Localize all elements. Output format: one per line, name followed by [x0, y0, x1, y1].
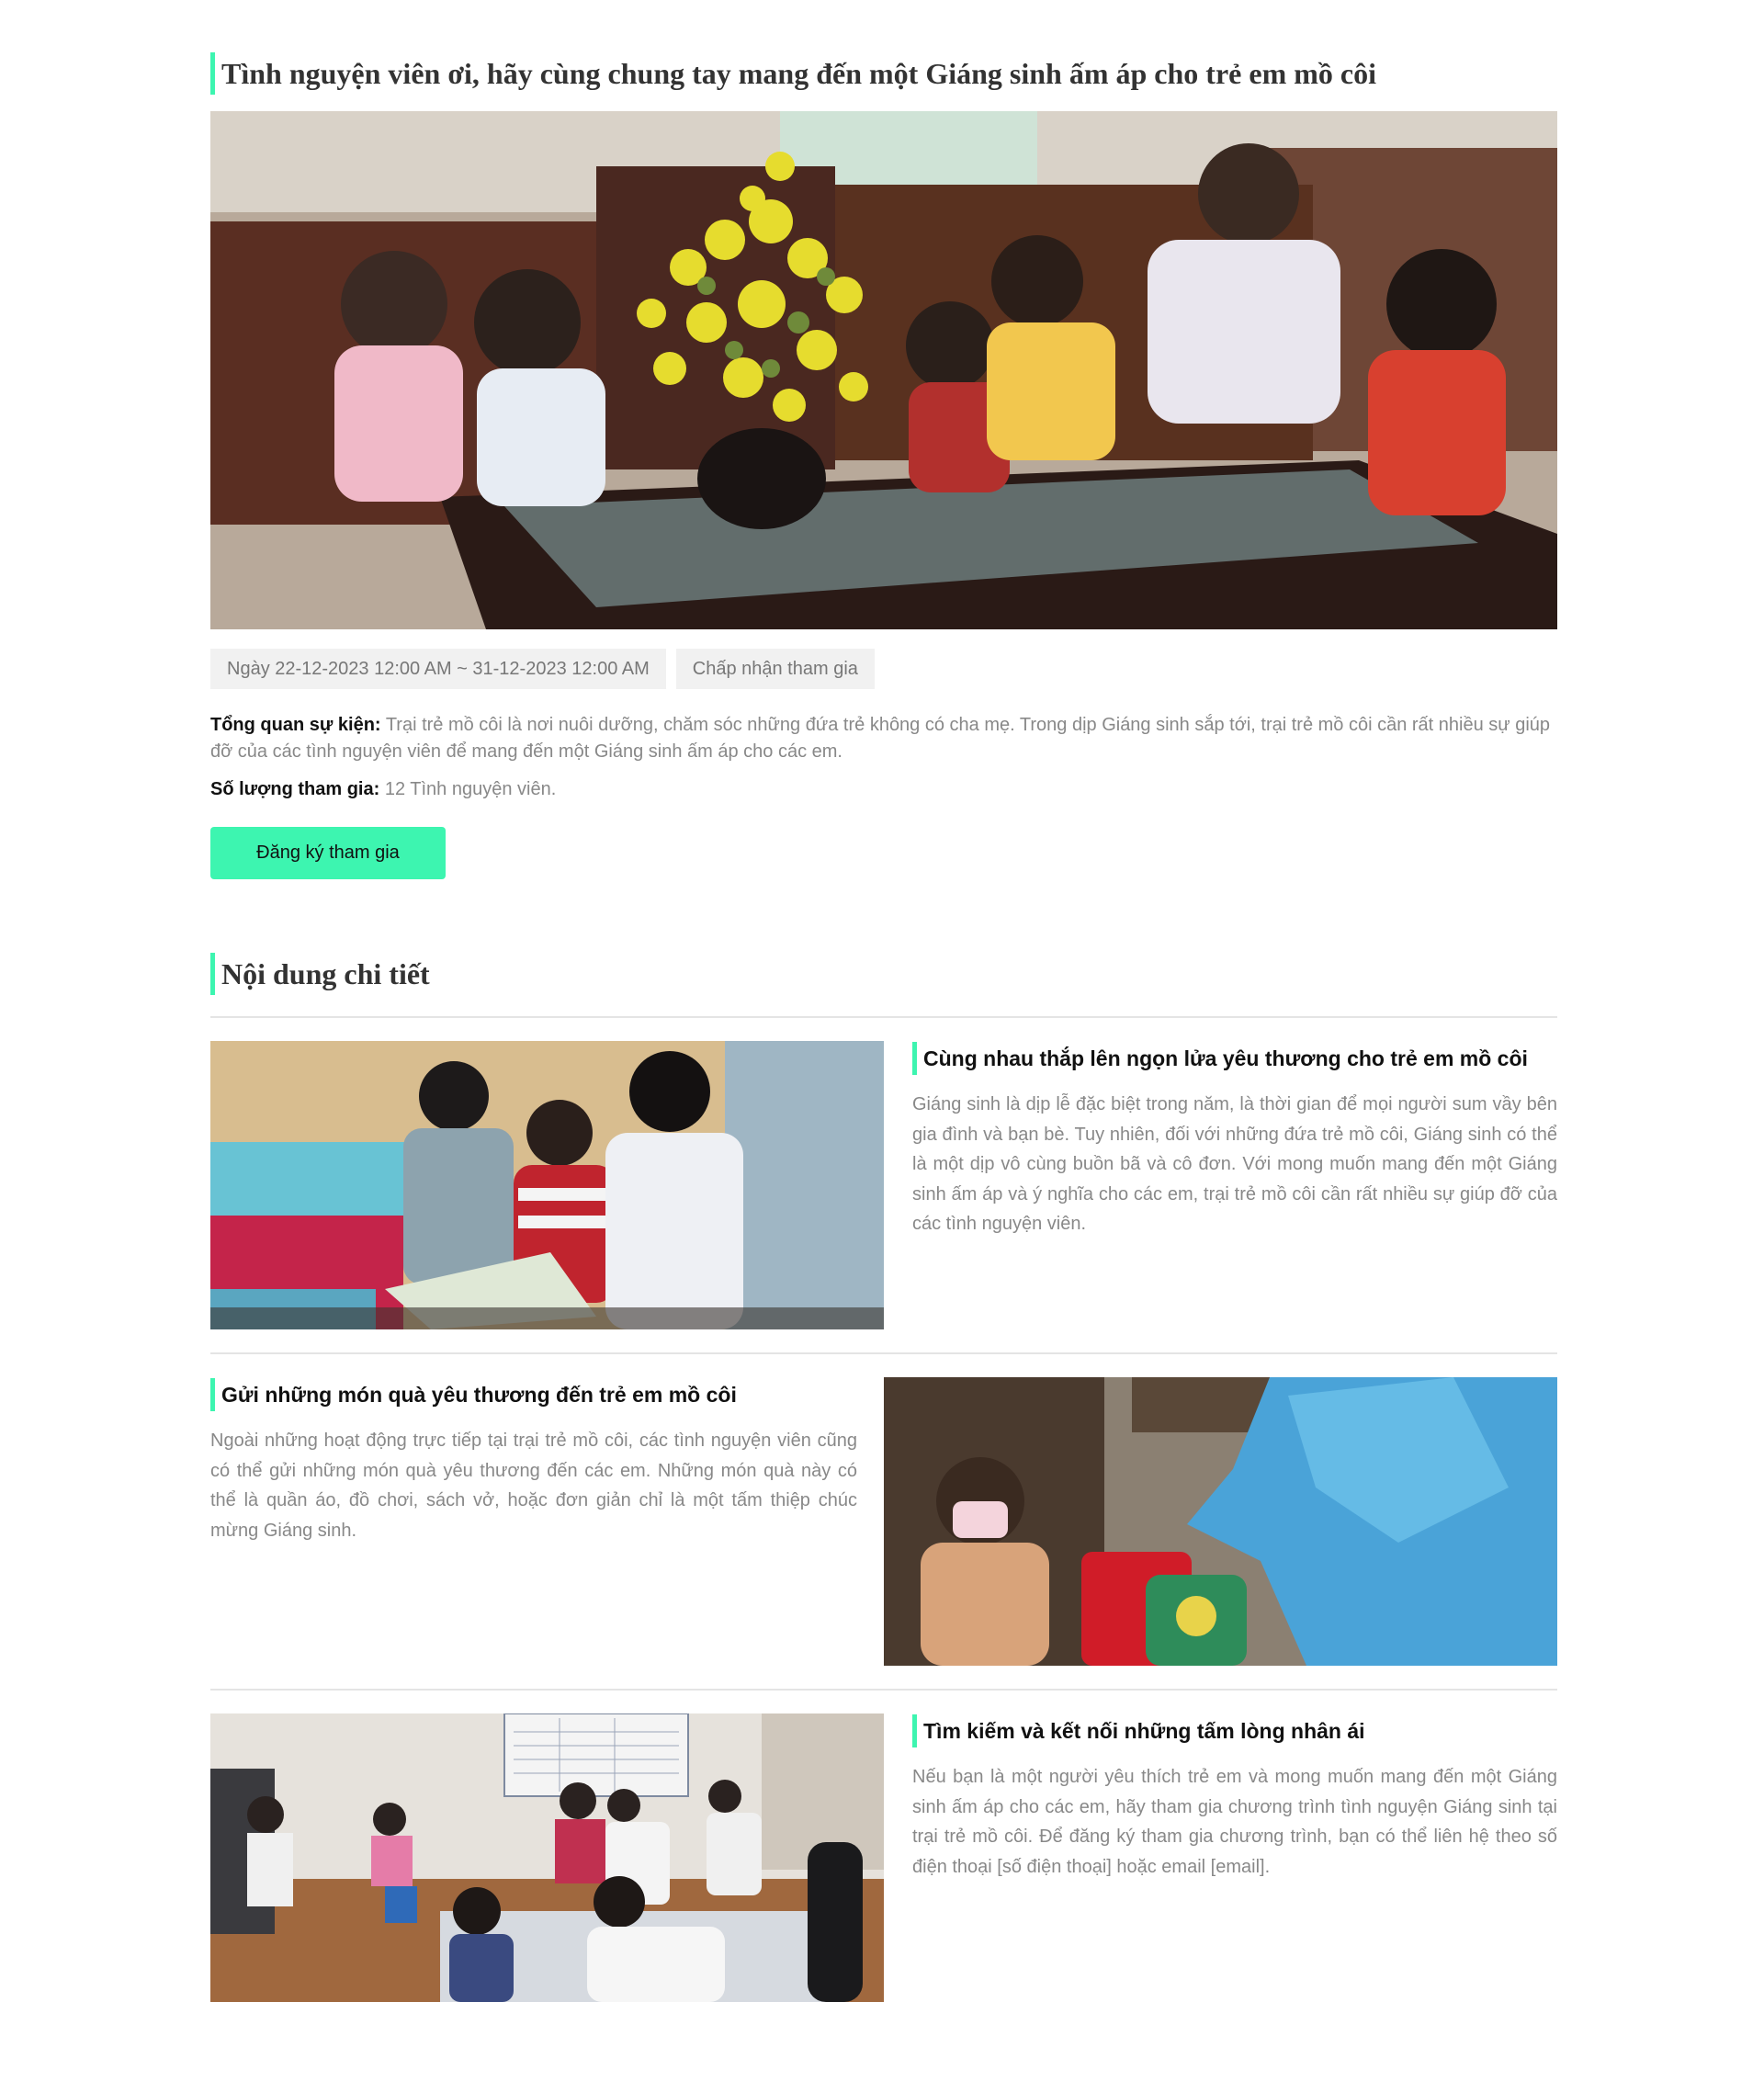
- detail-heading-2: Gửi những món quà yêu thương đến trẻ em …: [210, 1378, 857, 1411]
- detail-block-3: Tìm kiếm và kết nối những tấm lòng nhân …: [912, 1714, 1557, 1882]
- divider: [210, 1016, 1557, 1018]
- detail-block-2: Gửi những món quà yêu thương đến trẻ em …: [210, 1378, 857, 1545]
- detail-body-2: Ngoài những hoạt động trực tiếp tại trại…: [210, 1431, 857, 1541]
- detail-image-3: [210, 1713, 884, 2002]
- overview-text: Trại trẻ mồ côi là nơi nuôi dưỡng, chăm …: [210, 715, 1551, 762]
- detail-image-1: [210, 1041, 884, 1329]
- overview-label: Tổng quan sự kiện:: [210, 715, 381, 735]
- event-meta-tags: Ngày 22-12-2023 12:00 AM ~ 31-12-2023 12…: [210, 649, 875, 689]
- event-overview: Tổng quan sự kiện: Trại trẻ mồ côi là nơ…: [210, 712, 1557, 765]
- detail-body-3: Nếu bạn là một người yêu thích trẻ em và…: [912, 1767, 1557, 1877]
- event-hero-image: [210, 111, 1557, 629]
- detail-heading-3: Tìm kiếm và kết nối những tấm lòng nhân …: [912, 1714, 1557, 1747]
- details-section-title: Nội dung chi tiết: [221, 956, 430, 990]
- divider: [210, 1689, 1557, 1691]
- details-title-bar: Nội dung chi tiết: [210, 953, 430, 995]
- detail-body-1: Giáng sinh là dịp lễ đặc biệt trong năm,…: [912, 1094, 1557, 1234]
- event-date-tag: Ngày 22-12-2023 12:00 AM ~ 31-12-2023 12…: [210, 649, 666, 689]
- divider: [210, 1352, 1557, 1354]
- participant-count-label: Số lượng tham gia:: [210, 779, 380, 799]
- event-title-bar: Tình nguyện viên ơi, hãy cùng chung tay …: [210, 52, 1376, 95]
- register-button[interactable]: Đăng ký tham gia: [210, 827, 446, 879]
- detail-image-2: [884, 1377, 1557, 1666]
- participant-count-value: 12 Tình nguyện viên.: [384, 779, 557, 799]
- detail-block-1: Cùng nhau thắp lên ngọn lửa yêu thương c…: [912, 1042, 1557, 1239]
- event-status-tag: Chấp nhận tham gia: [675, 649, 875, 689]
- detail-heading-1: Cùng nhau thắp lên ngọn lửa yêu thương c…: [912, 1042, 1557, 1075]
- event-title: Tình nguyện viên ơi, hãy cùng chung tay …: [221, 56, 1376, 90]
- event-participant-count: Số lượng tham gia: 12 Tình nguyện viên.: [210, 776, 1557, 803]
